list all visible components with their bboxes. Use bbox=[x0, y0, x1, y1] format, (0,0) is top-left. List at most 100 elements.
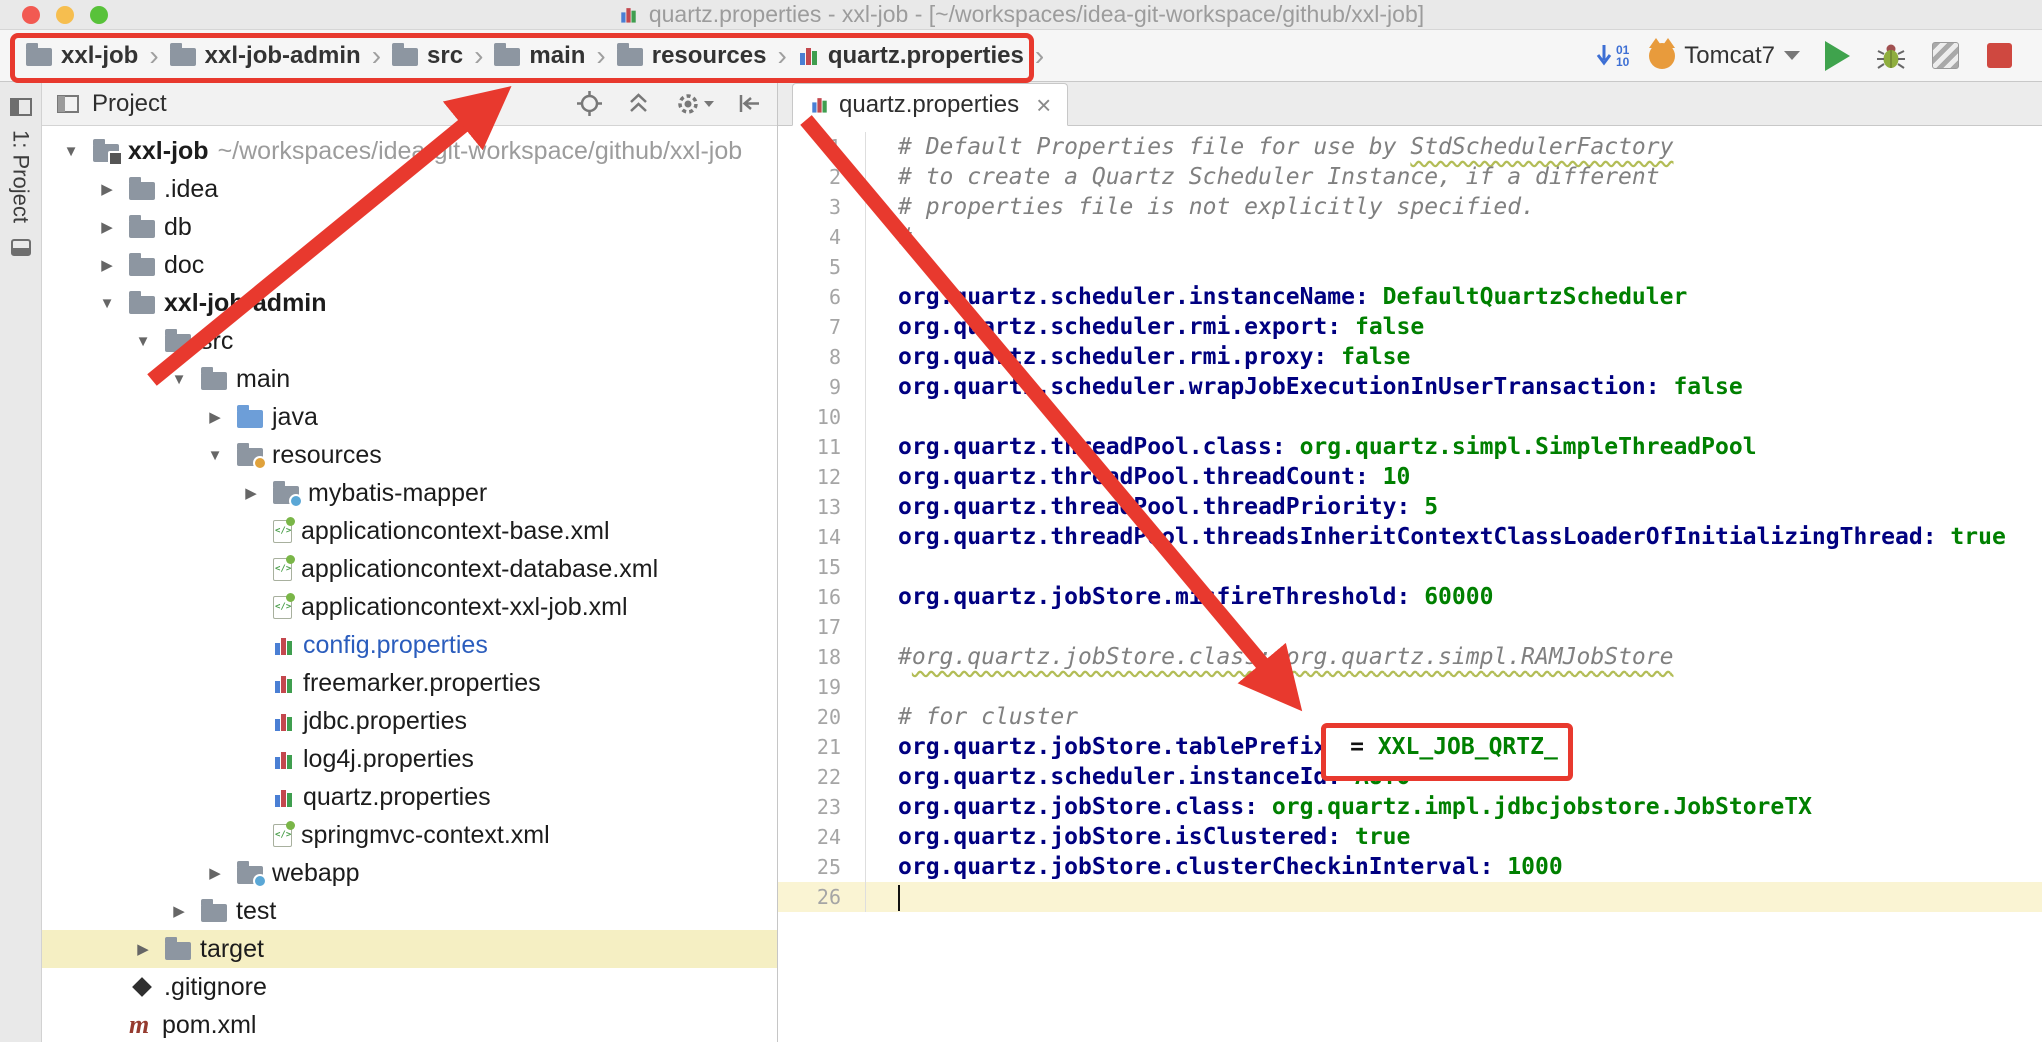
tree-item-xxl-job-admin[interactable]: ▼xxl-job-admin bbox=[42, 284, 777, 322]
line-number[interactable]: 1 bbox=[778, 132, 866, 162]
code-line-11[interactable]: 11org.quartz.threadPool.class: org.quart… bbox=[778, 432, 2042, 462]
tree-item-main[interactable]: ▼main bbox=[42, 360, 777, 398]
expand-arrow-icon[interactable]: ▶ bbox=[94, 256, 120, 274]
breadcrumb-item-main[interactable]: main bbox=[494, 42, 585, 70]
incoming-changes-indicator[interactable]: 01 10 bbox=[1595, 43, 1629, 69]
tree-item-springmvc-context.xml[interactable]: springmvc-context.xml bbox=[42, 816, 777, 854]
collapse-arrow-icon[interactable]: ▼ bbox=[94, 295, 120, 312]
line-number[interactable]: 21 bbox=[778, 732, 866, 762]
tab-close-icon[interactable] bbox=[1036, 92, 1051, 118]
line-number[interactable]: 6 bbox=[778, 282, 866, 312]
line-number[interactable]: 24 bbox=[778, 822, 866, 852]
breadcrumb-item-quartz.properties[interactable]: quartz.properties bbox=[798, 42, 1024, 70]
tree-item-mybatis-mapper[interactable]: ▶mybatis-mapper bbox=[42, 474, 777, 512]
tree-item-resources[interactable]: ▼resources bbox=[42, 436, 777, 474]
line-number[interactable]: 26 bbox=[778, 882, 866, 912]
collapse-arrow-icon[interactable]: ▼ bbox=[130, 333, 156, 350]
line-number[interactable]: 11 bbox=[778, 432, 866, 462]
line-number[interactable]: 20 bbox=[778, 702, 866, 732]
code-line-2[interactable]: 2# to create a Quartz Scheduler Instance… bbox=[778, 162, 2042, 192]
code-line-15[interactable]: 15 bbox=[778, 552, 2042, 582]
code-line-6[interactable]: 6org.quartz.scheduler.instanceName: Defa… bbox=[778, 282, 2042, 312]
code-line-7[interactable]: 7org.quartz.scheduler.rmi.export: false bbox=[778, 312, 2042, 342]
code-line-24[interactable]: 24org.quartz.jobStore.isClustered: true bbox=[778, 822, 2042, 852]
code-line-5[interactable]: 5 bbox=[778, 252, 2042, 282]
collapse-arrow-icon[interactable]: ▼ bbox=[58, 143, 84, 160]
line-number[interactable]: 8 bbox=[778, 342, 866, 372]
run-button[interactable] bbox=[1820, 39, 1854, 73]
line-number[interactable]: 14 bbox=[778, 522, 866, 552]
line-number[interactable]: 3 bbox=[778, 192, 866, 222]
tree-item-config.properties[interactable]: config.properties bbox=[42, 626, 777, 664]
code-line-4[interactable]: 4# bbox=[778, 222, 2042, 252]
tree-item-java[interactable]: ▶java bbox=[42, 398, 777, 436]
breadcrumb-item-xxl-job[interactable]: xxl-job bbox=[26, 42, 138, 70]
tree-item-applicationcontext-xxl-job.xml[interactable]: applicationcontext-xxl-job.xml bbox=[42, 588, 777, 626]
debug-button[interactable] bbox=[1874, 39, 1908, 73]
line-number[interactable]: 16 bbox=[778, 582, 866, 612]
code-line-17[interactable]: 17 bbox=[778, 612, 2042, 642]
tree-item-doc[interactable]: ▶doc bbox=[42, 246, 777, 284]
run-config-selector[interactable]: Tomcat7 bbox=[1649, 42, 1800, 70]
panel-settings-button[interactable] bbox=[674, 90, 714, 118]
tree-item-applicationcontext-database.xml[interactable]: applicationcontext-database.xml bbox=[42, 550, 777, 588]
line-number[interactable]: 2 bbox=[778, 162, 866, 192]
tree-item-jdbc.properties[interactable]: jdbc.properties bbox=[42, 702, 777, 740]
project-toolwindow-button[interactable]: 1: Project bbox=[8, 94, 34, 223]
collapse-arrow-icon[interactable]: ▼ bbox=[166, 371, 192, 388]
line-number[interactable]: 25 bbox=[778, 852, 866, 882]
code-line-9[interactable]: 9org.quartz.scheduler.wrapJobExecutionIn… bbox=[778, 372, 2042, 402]
line-number[interactable]: 18 bbox=[778, 642, 866, 672]
tree-item-.gitignore[interactable]: .gitignore bbox=[42, 968, 777, 1006]
expand-arrow-icon[interactable]: ▶ bbox=[202, 408, 228, 426]
code-line-26[interactable]: 26 bbox=[778, 882, 2042, 912]
tree-item-quartz.properties[interactable]: quartz.properties bbox=[42, 778, 777, 816]
line-number[interactable]: 5 bbox=[778, 252, 866, 282]
line-number[interactable]: 4 bbox=[778, 222, 866, 252]
collapse-all-button[interactable] bbox=[625, 90, 652, 117]
tree-item-src[interactable]: ▼src bbox=[42, 322, 777, 360]
breadcrumb-item-src[interactable]: src bbox=[392, 42, 463, 70]
code-line-1[interactable]: 1# Default Properties file for use by St… bbox=[778, 132, 2042, 162]
line-number[interactable]: 19 bbox=[778, 672, 866, 702]
line-number[interactable]: 17 bbox=[778, 612, 866, 642]
code-line-21[interactable]: 21org.quartz.jobStore.tablePrefix = XXL_… bbox=[778, 732, 2042, 762]
code-line-13[interactable]: 13org.quartz.threadPool.threadPriority: … bbox=[778, 492, 2042, 522]
line-number[interactable]: 12 bbox=[778, 462, 866, 492]
code-line-25[interactable]: 25org.quartz.jobStore.clusterCheckinInte… bbox=[778, 852, 2042, 882]
tree-item-freemarker.properties[interactable]: freemarker.properties bbox=[42, 664, 777, 702]
window-zoom-button[interactable] bbox=[90, 6, 108, 24]
expand-arrow-icon[interactable]: ▶ bbox=[166, 902, 192, 920]
window-minimize-button[interactable] bbox=[56, 6, 74, 24]
code-line-19[interactable]: 19 bbox=[778, 672, 2042, 702]
line-number[interactable]: 10 bbox=[778, 402, 866, 432]
breadcrumb-item-resources[interactable]: resources bbox=[617, 42, 767, 70]
line-number[interactable]: 9 bbox=[778, 372, 866, 402]
tree-item-xxl-job[interactable]: ▼xxl-job ~/workspaces/idea-git-workspace… bbox=[42, 132, 777, 170]
expand-arrow-icon[interactable]: ▶ bbox=[94, 218, 120, 236]
code-line-14[interactable]: 14org.quartz.threadPool.threadsInheritCo… bbox=[778, 522, 2042, 552]
locate-button[interactable] bbox=[576, 90, 603, 117]
tree-item-target[interactable]: ▶target bbox=[42, 930, 777, 968]
line-number[interactable]: 7 bbox=[778, 312, 866, 342]
tree-item-test[interactable]: ▶test bbox=[42, 892, 777, 930]
tree-item-.idea[interactable]: ▶.idea bbox=[42, 170, 777, 208]
code-line-10[interactable]: 10 bbox=[778, 402, 2042, 432]
tree-item-log4j.properties[interactable]: log4j.properties bbox=[42, 740, 777, 778]
expand-arrow-icon[interactable]: ▶ bbox=[130, 940, 156, 958]
stop-button[interactable] bbox=[1982, 39, 2016, 73]
code-line-12[interactable]: 12org.quartz.threadPool.threadCount: 10 bbox=[778, 462, 2042, 492]
tree-item-pom.xml[interactable]: pom.xml bbox=[42, 1006, 777, 1042]
hide-panel-button[interactable] bbox=[736, 90, 763, 117]
expand-arrow-icon[interactable]: ▶ bbox=[94, 180, 120, 198]
code-line-3[interactable]: 3# properties file is not explicitly spe… bbox=[778, 192, 2042, 222]
code-line-23[interactable]: 23org.quartz.jobStore.class: org.quartz.… bbox=[778, 792, 2042, 822]
code-line-18[interactable]: 18#org.quartz.jobStore.class: org.quartz… bbox=[778, 642, 2042, 672]
tree-item-db[interactable]: ▶db bbox=[42, 208, 777, 246]
line-number[interactable]: 22 bbox=[778, 762, 866, 792]
code-line-8[interactable]: 8org.quartz.scheduler.rmi.proxy: false bbox=[778, 342, 2042, 372]
line-number[interactable]: 15 bbox=[778, 552, 866, 582]
breadcrumb-item-xxl-job-admin[interactable]: xxl-job-admin bbox=[170, 42, 361, 70]
line-number[interactable]: 13 bbox=[778, 492, 866, 522]
run-with-coverage-button[interactable] bbox=[1928, 39, 1962, 73]
